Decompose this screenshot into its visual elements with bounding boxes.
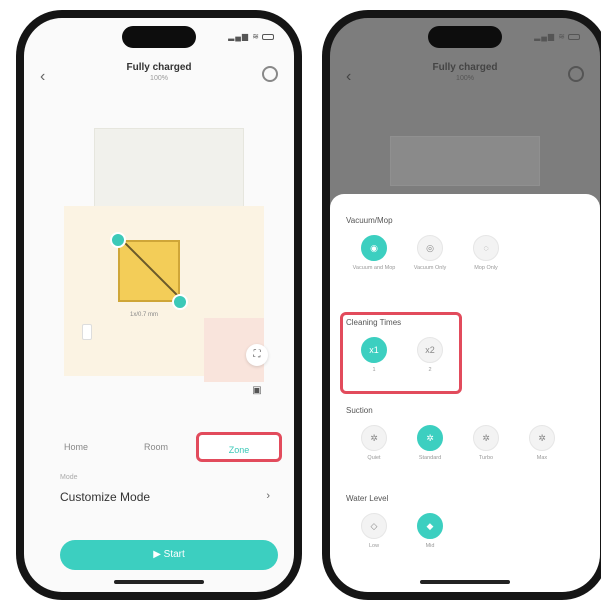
option-label: Turbo — [478, 455, 494, 461]
cleaning-times-title: Cleaning Times — [346, 318, 402, 327]
dimmed-map — [390, 136, 540, 186]
top-bar: ‹ Fully charged 100% — [330, 62, 600, 96]
dynamic-island — [122, 26, 196, 48]
scan-icon[interactable]: ⛶ — [246, 344, 268, 366]
fan-icon: ✲ — [529, 425, 555, 451]
phone-left: ▂▄▆ ≋ ‹ Fully charged 100% 1x/0.7 mm ⛶ ▣… — [16, 10, 302, 600]
start-label: Start — [163, 549, 185, 560]
page-title: Fully charged — [432, 62, 498, 73]
vacuum-icon: ◎ — [417, 235, 443, 261]
mop-icon: ◌ — [473, 235, 499, 261]
zone-handle-rotate[interactable] — [110, 232, 126, 248]
times-2-icon: x2 — [417, 337, 443, 363]
mode-caption: Mode — [60, 474, 78, 481]
clean-tabs: Home Room Zone — [36, 428, 282, 466]
chevron-left-icon[interactable]: ‹ — [346, 68, 351, 86]
vacuum-mop-title: Vacuum/Mop — [346, 216, 393, 225]
option-label: Mid — [425, 543, 435, 549]
top-bar: ‹ Fully charged 100% — [24, 62, 294, 96]
phone-right: ▂▄▆ ≋ ‹ Fully charged 100% Vacuum/Mop ◉ … — [322, 10, 601, 600]
option-suction-max[interactable]: ✲ Max — [514, 425, 570, 462]
option-times-2[interactable]: x2 2 — [402, 337, 458, 374]
room-area[interactable] — [94, 128, 244, 208]
option-suction-turbo[interactable]: ✲ Turbo — [458, 425, 514, 462]
home-indicator — [114, 580, 204, 584]
option-label: 1 — [372, 367, 376, 373]
tab-home[interactable]: Home — [36, 432, 116, 462]
cleaning-zone[interactable] — [118, 240, 180, 302]
water-level-group: Water Level ◇ Low ◆ Mid — [346, 494, 584, 550]
option-label: Standard — [418, 455, 442, 461]
option-suction-quiet[interactable]: ✲ Quiet — [346, 425, 402, 462]
status-bar: ▂▄▆ ≋ — [228, 32, 274, 41]
option-times-1[interactable]: x1 1 — [346, 337, 402, 374]
fan-icon: ✲ — [417, 425, 443, 451]
option-label: Low — [368, 543, 380, 549]
chevron-right-icon: › — [266, 490, 270, 502]
battery-subtitle: 100% — [456, 75, 474, 82]
status-bar: ▂▄▆ ≋ — [534, 32, 580, 41]
option-label: Max — [536, 455, 548, 461]
option-vacuum-only[interactable]: ◎ Vacuum Only — [402, 235, 458, 272]
zone-size-label: 1x/0.7 mm — [130, 312, 159, 318]
option-label: Vacuum Only — [413, 265, 447, 271]
option-suction-standard[interactable]: ✲ Standard — [402, 425, 458, 462]
suction-group: Suction ✲ Quiet ✲ Standard ✲ Turbo ✲ Max — [346, 406, 584, 462]
screen-left: ▂▄▆ ≋ ‹ Fully charged 100% 1x/0.7 mm ⛶ ▣… — [24, 18, 294, 592]
page-title: Fully charged — [126, 62, 192, 73]
dock-icon — [82, 324, 92, 340]
tab-zone[interactable]: Zone — [196, 432, 282, 462]
start-button[interactable]: ▶ Start — [60, 540, 278, 570]
droplet-icon: ◇ — [361, 513, 387, 539]
option-water-mid[interactable]: ◆ Mid — [402, 513, 458, 550]
option-water-low[interactable]: ◇ Low — [346, 513, 402, 550]
settings-sheet: Vacuum/Mop ◉ Vacuum and Mop ◎ Vacuum Onl… — [330, 194, 600, 592]
vacuum-mop-group: Vacuum/Mop ◉ Vacuum and Mop ◎ Vacuum Onl… — [346, 216, 584, 272]
dynamic-island — [428, 26, 502, 48]
times-1-icon: x1 — [361, 337, 387, 363]
screen-right: ▂▄▆ ≋ ‹ Fully charged 100% Vacuum/Mop ◉ … — [330, 18, 600, 592]
option-mop-only[interactable]: ◌ Mop Only — [458, 235, 514, 272]
battery-subtitle: 100% — [150, 75, 168, 82]
home-indicator — [420, 580, 510, 584]
option-label: Mop Only — [474, 265, 498, 271]
water-level-title: Water Level — [346, 494, 389, 503]
option-label: Vacuum and Mop — [352, 265, 396, 271]
mode-value: Customize Mode — [60, 490, 151, 504]
gear-icon[interactable] — [262, 66, 278, 82]
mode-selector[interactable]: Customize Mode › — [60, 490, 270, 504]
zone-handle-resize[interactable] — [172, 294, 188, 310]
map-icon[interactable]: ▣ — [246, 380, 268, 402]
chevron-left-icon[interactable]: ‹ — [40, 68, 45, 86]
battery-icon — [262, 33, 274, 40]
option-vacuum-and-mop[interactable]: ◉ Vacuum and Mop — [346, 235, 402, 272]
tab-room[interactable]: Room — [116, 432, 196, 462]
battery-icon — [568, 33, 580, 40]
cleaning-map[interactable]: 1x/0.7 mm — [44, 128, 274, 428]
cleaning-times-group: Cleaning Times x1 1 x2 2 — [346, 318, 584, 374]
option-label: Quiet — [367, 455, 381, 461]
fan-icon: ✲ — [361, 425, 387, 451]
droplet-icon: ◆ — [417, 513, 443, 539]
option-label: 2 — [428, 367, 432, 373]
suction-title: Suction — [346, 406, 373, 415]
fan-icon: ✲ — [473, 425, 499, 451]
gear-icon[interactable] — [568, 66, 584, 82]
vacuum-mop-icon: ◉ — [361, 235, 387, 261]
